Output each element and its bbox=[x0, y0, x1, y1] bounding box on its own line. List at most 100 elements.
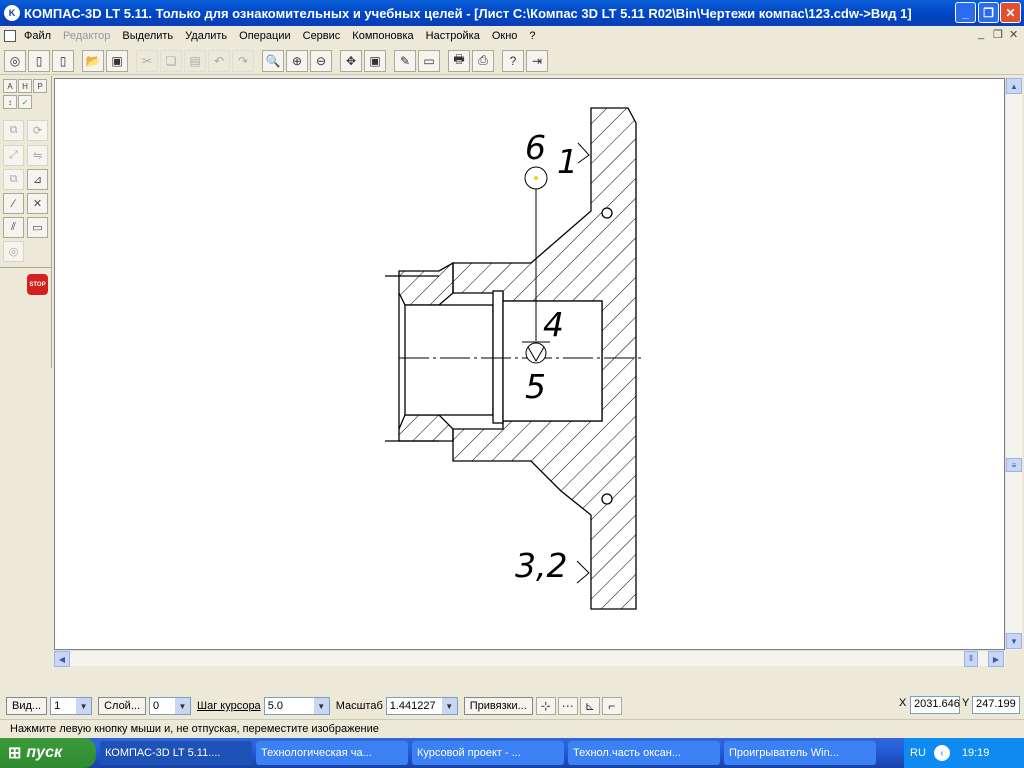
upper-fillet bbox=[601, 207, 613, 219]
language-indicator[interactable]: RU bbox=[910, 747, 926, 759]
minimize-button[interactable]: _ bbox=[955, 2, 976, 23]
bore-area bbox=[404, 304, 494, 416]
trim-tool-icon[interactable]: ∕ bbox=[3, 193, 24, 214]
label-6: 6 bbox=[525, 128, 546, 167]
save-icon[interactable]: ▣ bbox=[106, 49, 128, 72]
task-media-player[interactable]: Проигрыватель Win... bbox=[724, 741, 876, 765]
scroll-up-icon[interactable]: ▲ bbox=[1006, 78, 1022, 94]
menu-help[interactable]: ? bbox=[523, 30, 541, 42]
zoom-in-icon[interactable]: ⊕ bbox=[286, 49, 308, 72]
task-kompas[interactable]: КОМПАС-3D LT 5.11.... bbox=[100, 741, 252, 765]
zoom-out-icon[interactable]: ⊖ bbox=[310, 49, 332, 72]
edit-pen-icon[interactable]: ✎ bbox=[394, 49, 416, 72]
deform-tool-icon[interactable]: ⊿ bbox=[27, 169, 48, 190]
task-word-tech[interactable]: Технологическая ча... bbox=[256, 741, 408, 765]
technical-drawing: 6 1 4 5 3,2 bbox=[385, 107, 641, 610]
ortho-icon[interactable]: ⌐ bbox=[601, 697, 622, 715]
new-document-icon[interactable]: ▯ bbox=[52, 49, 74, 72]
document-icon[interactable] bbox=[4, 30, 16, 42]
menu-operations[interactable]: Операции bbox=[233, 30, 296, 42]
label-3-2: 3,2 bbox=[515, 546, 567, 585]
scroll-down-icon[interactable]: ▼ bbox=[1006, 633, 1022, 649]
maximize-button[interactable]: ❐ bbox=[978, 2, 999, 23]
view-button[interactable]: Вид... bbox=[6, 697, 48, 715]
task-word-oksan[interactable]: Технол.часть оксан... bbox=[568, 741, 720, 765]
step-select[interactable]: 5.0 ▼ bbox=[263, 697, 330, 715]
copy-tool-icon: ⧉ bbox=[3, 169, 24, 190]
chevron-down-icon: ▼ bbox=[175, 698, 190, 714]
copy-icon: ❏ bbox=[160, 49, 182, 72]
chevron-down-icon: ▼ bbox=[313, 698, 329, 714]
equidistant-tool-icon[interactable]: ⫽ bbox=[3, 217, 24, 238]
exit-icon[interactable]: ⇥ bbox=[526, 49, 548, 72]
fillet-tool-icon[interactable]: ▭ bbox=[27, 217, 48, 238]
grid-icon[interactable]: ⋯ bbox=[557, 697, 578, 715]
scale-select[interactable]: 1.441227 ▼ bbox=[385, 697, 458, 715]
scroll-right-icon[interactable]: ▶ bbox=[988, 651, 1004, 667]
new-sheet-icon[interactable]: ▯ bbox=[28, 49, 50, 72]
tool-panel: A H P ↕ ✓ ⧉ ⟳ ⤢ ⇋ ⧉ ⊿ ∕ ✕ ⫽ ▭ ◎ STOP bbox=[0, 76, 52, 368]
snaps-button[interactable]: Привязки... bbox=[463, 697, 533, 715]
zoom-icon[interactable]: 🔍 bbox=[262, 49, 284, 72]
drawing-canvas[interactable]: 6 1 4 5 3,2 bbox=[54, 78, 1005, 650]
print-icon[interactable]: ⎙ bbox=[472, 49, 494, 72]
doc-restore-button[interactable]: ❐ bbox=[993, 28, 1003, 41]
geometry-tab-icon[interactable]: A bbox=[3, 79, 17, 93]
label-5: 5 bbox=[525, 367, 546, 406]
dimensions-tab-icon[interactable]: H bbox=[18, 79, 32, 93]
marks-tab-icon[interactable]: ↕ bbox=[3, 95, 17, 109]
task-word-course[interactable]: Курсовой проект - ... bbox=[412, 741, 564, 765]
x-label: X bbox=[899, 697, 907, 709]
doc-close-button[interactable]: ✕ bbox=[1009, 28, 1018, 41]
menu-settings[interactable]: Настройка bbox=[420, 30, 486, 42]
lower-fillet bbox=[601, 493, 613, 505]
print-preview-icon[interactable]: 🖶 bbox=[448, 49, 470, 72]
open-folder-icon[interactable]: 📂 bbox=[82, 49, 104, 72]
snap-settings-icon[interactable]: ⊹ bbox=[535, 697, 556, 715]
menu-layout[interactable]: Компоновка bbox=[346, 30, 419, 42]
view-select[interactable]: 1 ▼ bbox=[50, 697, 93, 715]
menu-window[interactable]: Окно bbox=[486, 30, 524, 42]
lower-shoulder bbox=[398, 414, 454, 442]
scale-label: Масштаб bbox=[335, 700, 383, 712]
doc-minimize-button[interactable]: _ bbox=[978, 28, 984, 40]
param-tab-icon[interactable]: P bbox=[33, 79, 47, 93]
scale-tool-icon: ⤢ bbox=[3, 145, 24, 166]
break-tool-icon[interactable]: ✕ bbox=[27, 193, 48, 214]
edit-tab-icon[interactable]: ✓ bbox=[18, 95, 32, 109]
stop-icon[interactable]: STOP bbox=[27, 274, 48, 295]
taskbar: ⊞ пуск КОМПАС-3D LT 5.11.... Технологичес… bbox=[0, 738, 1024, 768]
chevron-left-icon[interactable]: ‹ bbox=[933, 745, 950, 761]
zoom-fit-icon[interactable]: ▣ bbox=[364, 49, 386, 72]
vertical-scroll-thumb[interactable]: ≡ bbox=[1006, 458, 1022, 472]
menu-select[interactable]: Выделить bbox=[116, 30, 179, 42]
y-label: Y bbox=[962, 697, 970, 709]
local-cs-icon[interactable]: ⊾ bbox=[579, 697, 600, 715]
menu-file[interactable]: Файл bbox=[18, 30, 57, 42]
clock: 19:19 bbox=[961, 747, 990, 759]
context-help-icon[interactable]: ? bbox=[502, 49, 524, 72]
menu-delete[interactable]: Удалить bbox=[179, 30, 233, 42]
settings-icon[interactable]: ◎ bbox=[4, 49, 26, 72]
label-1: 1 bbox=[557, 142, 578, 181]
scroll-left-icon[interactable]: ◀ bbox=[54, 651, 70, 667]
frame-icon[interactable]: ▭ bbox=[418, 49, 440, 72]
menu-service[interactable]: Сервис bbox=[297, 30, 347, 42]
horizontal-scroll-thumb[interactable]: ⦀ bbox=[964, 651, 978, 667]
mirror-tool-icon: ⇋ bbox=[27, 145, 48, 166]
move-tool-icon: ⧉ bbox=[3, 120, 24, 141]
layer-select[interactable]: 0 ▼ bbox=[149, 697, 191, 715]
pan-icon[interactable]: ✥ bbox=[340, 49, 362, 72]
window-title: КОМПАС-3D LT 5.11. Только для ознакомите… bbox=[24, 5, 912, 21]
menu-bar: Файл Редактор Выделить Удалить Операции … bbox=[0, 26, 1024, 46]
horizontal-scrollbar[interactable]: ◀ ⦀ ▶ bbox=[54, 650, 1005, 667]
y-coordinate: 247.199 bbox=[972, 696, 1020, 714]
vertical-scrollbar[interactable]: ▲ ≡ ▼ bbox=[1005, 78, 1022, 650]
layer-button[interactable]: Слой... bbox=[98, 697, 146, 715]
chevron-down-icon: ▼ bbox=[441, 698, 457, 714]
clean-tool-icon: ◎ bbox=[3, 241, 24, 262]
kompas-app-icon: K bbox=[4, 5, 20, 21]
close-button[interactable]: ✕ bbox=[1000, 2, 1021, 23]
rotate-tool-icon: ⟳ bbox=[27, 120, 48, 141]
start-button[interactable]: ⊞ пуск bbox=[0, 738, 96, 768]
